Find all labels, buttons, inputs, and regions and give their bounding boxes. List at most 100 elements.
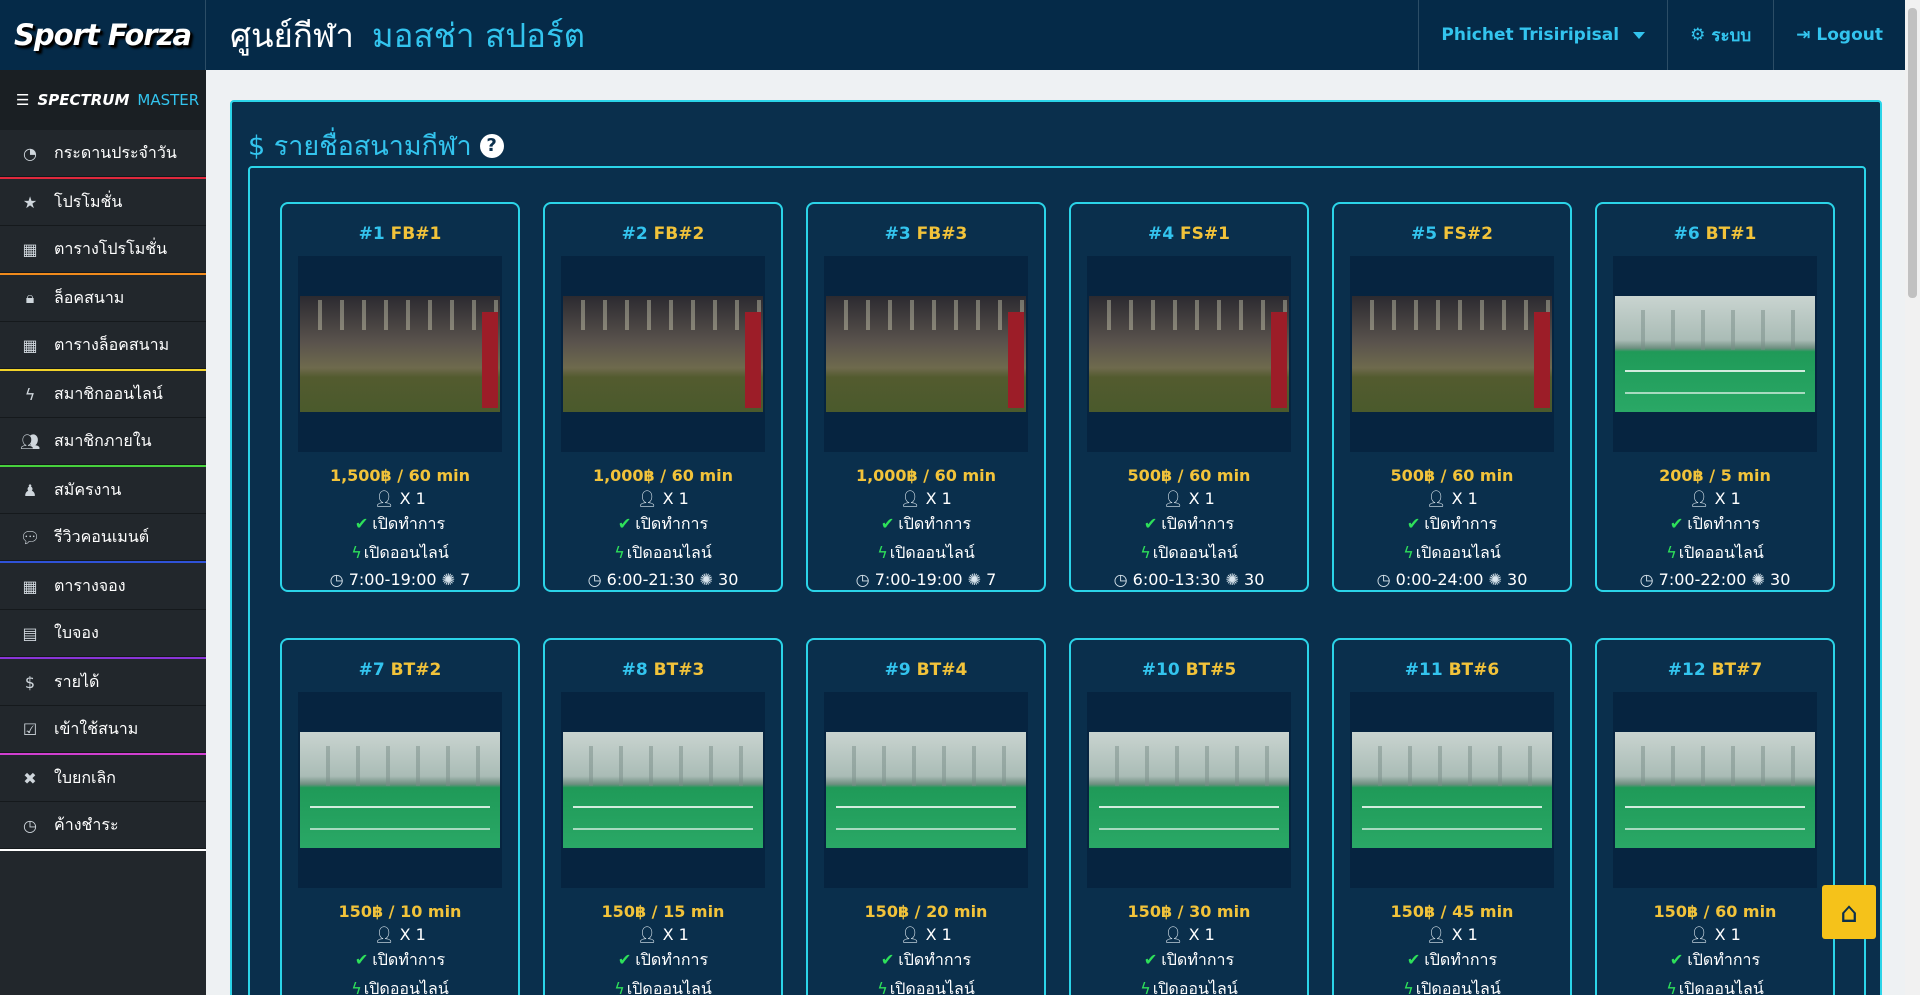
clock-icon: ◷ (1639, 570, 1654, 589)
court-code: BT#1 (1705, 224, 1757, 244)
sidebar-header[interactable]: ☰ SPECTRUM MASTER (0, 70, 206, 130)
court-hours: ◷ 6:00-13:30 ✺ 30 (1113, 570, 1265, 589)
court-online-status: ϟ เปิดออนไลน์ (1334, 977, 1570, 995)
home-button[interactable]: ⌂ (1822, 885, 1876, 939)
sidebar-item[interactable]: ★ โปรโมชั่น (0, 179, 206, 226)
sidebar-item[interactable]: 👥︎ สมาชิกภายใน (0, 418, 206, 465)
bolt-icon: ϟ (1140, 979, 1151, 995)
scrollbar[interactable] (1905, 0, 1920, 995)
court-number: #9 (884, 660, 911, 680)
court-number: #1 (358, 224, 385, 244)
home-icon: ⌂ (1840, 895, 1858, 929)
page-header: ศูนย์กีฬา มอสช่า สปอร์ต (206, 0, 1418, 70)
court-card[interactable]: #7 BT#2 150฿ / 10 min 👤︎ X 1 ✔ เปิดทำการ ϟ เปิ… (280, 638, 520, 995)
user-icon: 👤︎ (1163, 925, 1184, 944)
court-card[interactable]: #12 BT#7 150฿ / 60 min 👤︎ X 1 ✔ เปิดทำการ ϟ เป… (1595, 638, 1835, 995)
court-photo (563, 296, 763, 412)
court-hours: ◷ 6:00-21:30 ✺ 30 (587, 570, 739, 589)
court-card[interactable]: #5 FS#2 500฿ / 60 min 👤︎ X 1 ✔ เปิดทำการ ϟ เปิ… (1332, 202, 1572, 592)
menu-icon: ☰ (16, 91, 30, 109)
system-menu-button[interactable]: ⚙ ระบบ (1667, 0, 1773, 70)
court-title: #12 BT#7 (1597, 660, 1833, 680)
sidebar-item[interactable]: ϟ สมาชิกออนไลน์ (0, 371, 206, 418)
court-photo (1089, 732, 1289, 848)
brand-logo[interactable]: Sport Forza (0, 0, 206, 70)
help-icon[interactable]: ? (479, 133, 504, 158)
court-open-status: ✔ เปิดทำการ (1406, 950, 1498, 969)
court-open-status: ✔ เปิดทำการ (1406, 514, 1498, 533)
check-icon: ✔ (880, 514, 895, 533)
bolt-icon: ϟ (614, 543, 625, 562)
court-card[interactable]: #4 FS#1 500฿ / 60 min 👤︎ X 1 ✔ เปิดทำการ ϟ เปิ… (1069, 202, 1309, 592)
court-price: 150฿ / 10 min (338, 902, 462, 921)
court-card[interactable]: #11 BT#6 150฿ / 45 min 👤︎ X 1 ✔ เปิดทำการ ϟ เป… (1332, 638, 1572, 995)
court-open-status: ✔ เปิดทำการ (1669, 514, 1761, 533)
sidebar-item-label: ตารางจอง (54, 575, 126, 595)
court-code: BT#3 (653, 660, 705, 680)
court-code: FB#1 (390, 224, 442, 244)
court-number: #4 (1148, 224, 1175, 244)
sidebar-item-label: สมาชิกออนไลน์ (54, 383, 163, 403)
court-price: 150฿ / 20 min (864, 902, 988, 921)
sidebar-item[interactable]: ☑ เข้าใช้สนาม (0, 706, 206, 753)
sidebar-item[interactable]: ▦ ตารางจอง (0, 563, 206, 610)
court-price: 150฿ / 30 min (1127, 902, 1251, 921)
court-photo-frame (1613, 256, 1817, 452)
court-card[interactable]: #6 BT#1 200฿ / 5 min 👤︎ X 1 ✔ เปิดทำการ ϟ เปิด… (1595, 202, 1835, 592)
sidebar-item[interactable]: 🔒︎ ล็อคสนาม (0, 275, 206, 322)
court-photo (1352, 732, 1552, 848)
court-card[interactable]: #9 BT#4 150฿ / 20 min 👤︎ X 1 ✔ เปิดทำการ ϟ เปิ… (806, 638, 1046, 995)
bolt-icon: ϟ (1666, 979, 1677, 995)
spinner-icon: ✺ (1751, 570, 1765, 589)
sidebar-item-label: ใบยกเลิก (54, 767, 116, 787)
logout-button[interactable]: ⇥ Logout (1773, 0, 1905, 70)
court-number: #2 (621, 224, 648, 244)
court-card[interactable]: #3 FB#3 1,000฿ / 60 min 👤︎ X 1 ✔ เปิดทำการ ϟ เ… (806, 202, 1046, 592)
sidebar-item[interactable]: 💬︎ รีวิวคอนเมนต์ (0, 514, 206, 561)
court-price: 200฿ / 5 min (1659, 466, 1771, 485)
court-online-status: ϟ เปิดออนไลน์ (1071, 977, 1307, 995)
table-icon: ▦ (22, 239, 38, 259)
court-hours: ◷ 0:00-24:00 ✺ 30 (1376, 570, 1528, 589)
court-online-status: ϟ เปิดออนไลน์ (545, 977, 781, 995)
court-open-status: ✔ เปิดทำการ (880, 514, 972, 533)
court-capacity: 👤︎ X 1 (1163, 489, 1215, 508)
court-capacity: 👤︎ X 1 (900, 489, 952, 508)
sidebar-item[interactable]: ♟ สมัครงาน (0, 467, 206, 514)
check-icon: ✔ (1669, 514, 1684, 533)
court-open-status: ✔ เปิดทำการ (1669, 950, 1761, 969)
spinner-icon: ✺ (441, 570, 456, 589)
sidebar-item-label: รายได้ (54, 671, 100, 691)
court-photo (826, 296, 1026, 412)
panel-title: $ รายชื่อสนามกีฬา ? (248, 124, 504, 167)
court-title: #5 FS#2 (1334, 224, 1570, 244)
scrollbar-thumb[interactable] (1908, 8, 1917, 298)
user-icon: 👤︎ (1689, 925, 1710, 944)
check-icon: ✔ (1406, 950, 1421, 969)
court-title: #6 BT#1 (1597, 224, 1833, 244)
court-code: FB#3 (916, 224, 968, 244)
court-online-status: ϟ เปิดออนไลน์ (808, 977, 1044, 995)
sidebar-item[interactable]: ▦ ตารางโปรโมชั่น (0, 226, 206, 273)
sidebar-item[interactable]: $ รายได้ (0, 659, 206, 706)
user-icon: 👤︎ (374, 925, 395, 944)
sidebar-item-label: ล็อคสนาม (54, 287, 125, 307)
sidebar-item[interactable]: ◔ กระดานประจำวัน (0, 130, 206, 177)
court-card[interactable]: #8 BT#3 150฿ / 15 min 👤︎ X 1 ✔ เปิดทำการ ϟ เปิ… (543, 638, 783, 995)
sidebar-item[interactable]: ◷ ค้างชำระ (0, 802, 206, 849)
user-menu[interactable]: Phichet Trisiripisal (1418, 0, 1667, 70)
court-online-status: ϟ เปิดออนไลน์ (1666, 543, 1764, 562)
user-icon: 👤︎ (900, 925, 921, 944)
court-code: FS#1 (1180, 224, 1230, 244)
court-card[interactable]: #10 BT#5 150฿ / 30 min 👤︎ X 1 ✔ เปิดทำการ ϟ เป… (1069, 638, 1309, 995)
court-capacity: 👤︎ X 1 (1689, 489, 1741, 508)
header-title: ศูนย์กีฬา (230, 15, 354, 55)
court-online-status: ϟ เปิดออนไลน์ (1403, 543, 1501, 562)
court-photo-frame (1087, 256, 1291, 452)
court-card[interactable]: #2 FB#2 1,000฿ / 60 min 👤︎ X 1 ✔ เปิดทำการ ϟ เ… (543, 202, 783, 592)
court-code: BT#7 (1711, 660, 1763, 680)
sidebar-item[interactable]: ✖ ใบยกเลิก (0, 755, 206, 802)
sidebar-item[interactable]: ▦ ตารางล็อคสนาม (0, 322, 206, 369)
sidebar-item[interactable]: ▤ ใบจอง (0, 610, 206, 657)
court-card[interactable]: #1 FB#1 1,500฿ / 60 min 👤︎ X 1 ✔ เปิดทำการ ϟ เ… (280, 202, 520, 592)
